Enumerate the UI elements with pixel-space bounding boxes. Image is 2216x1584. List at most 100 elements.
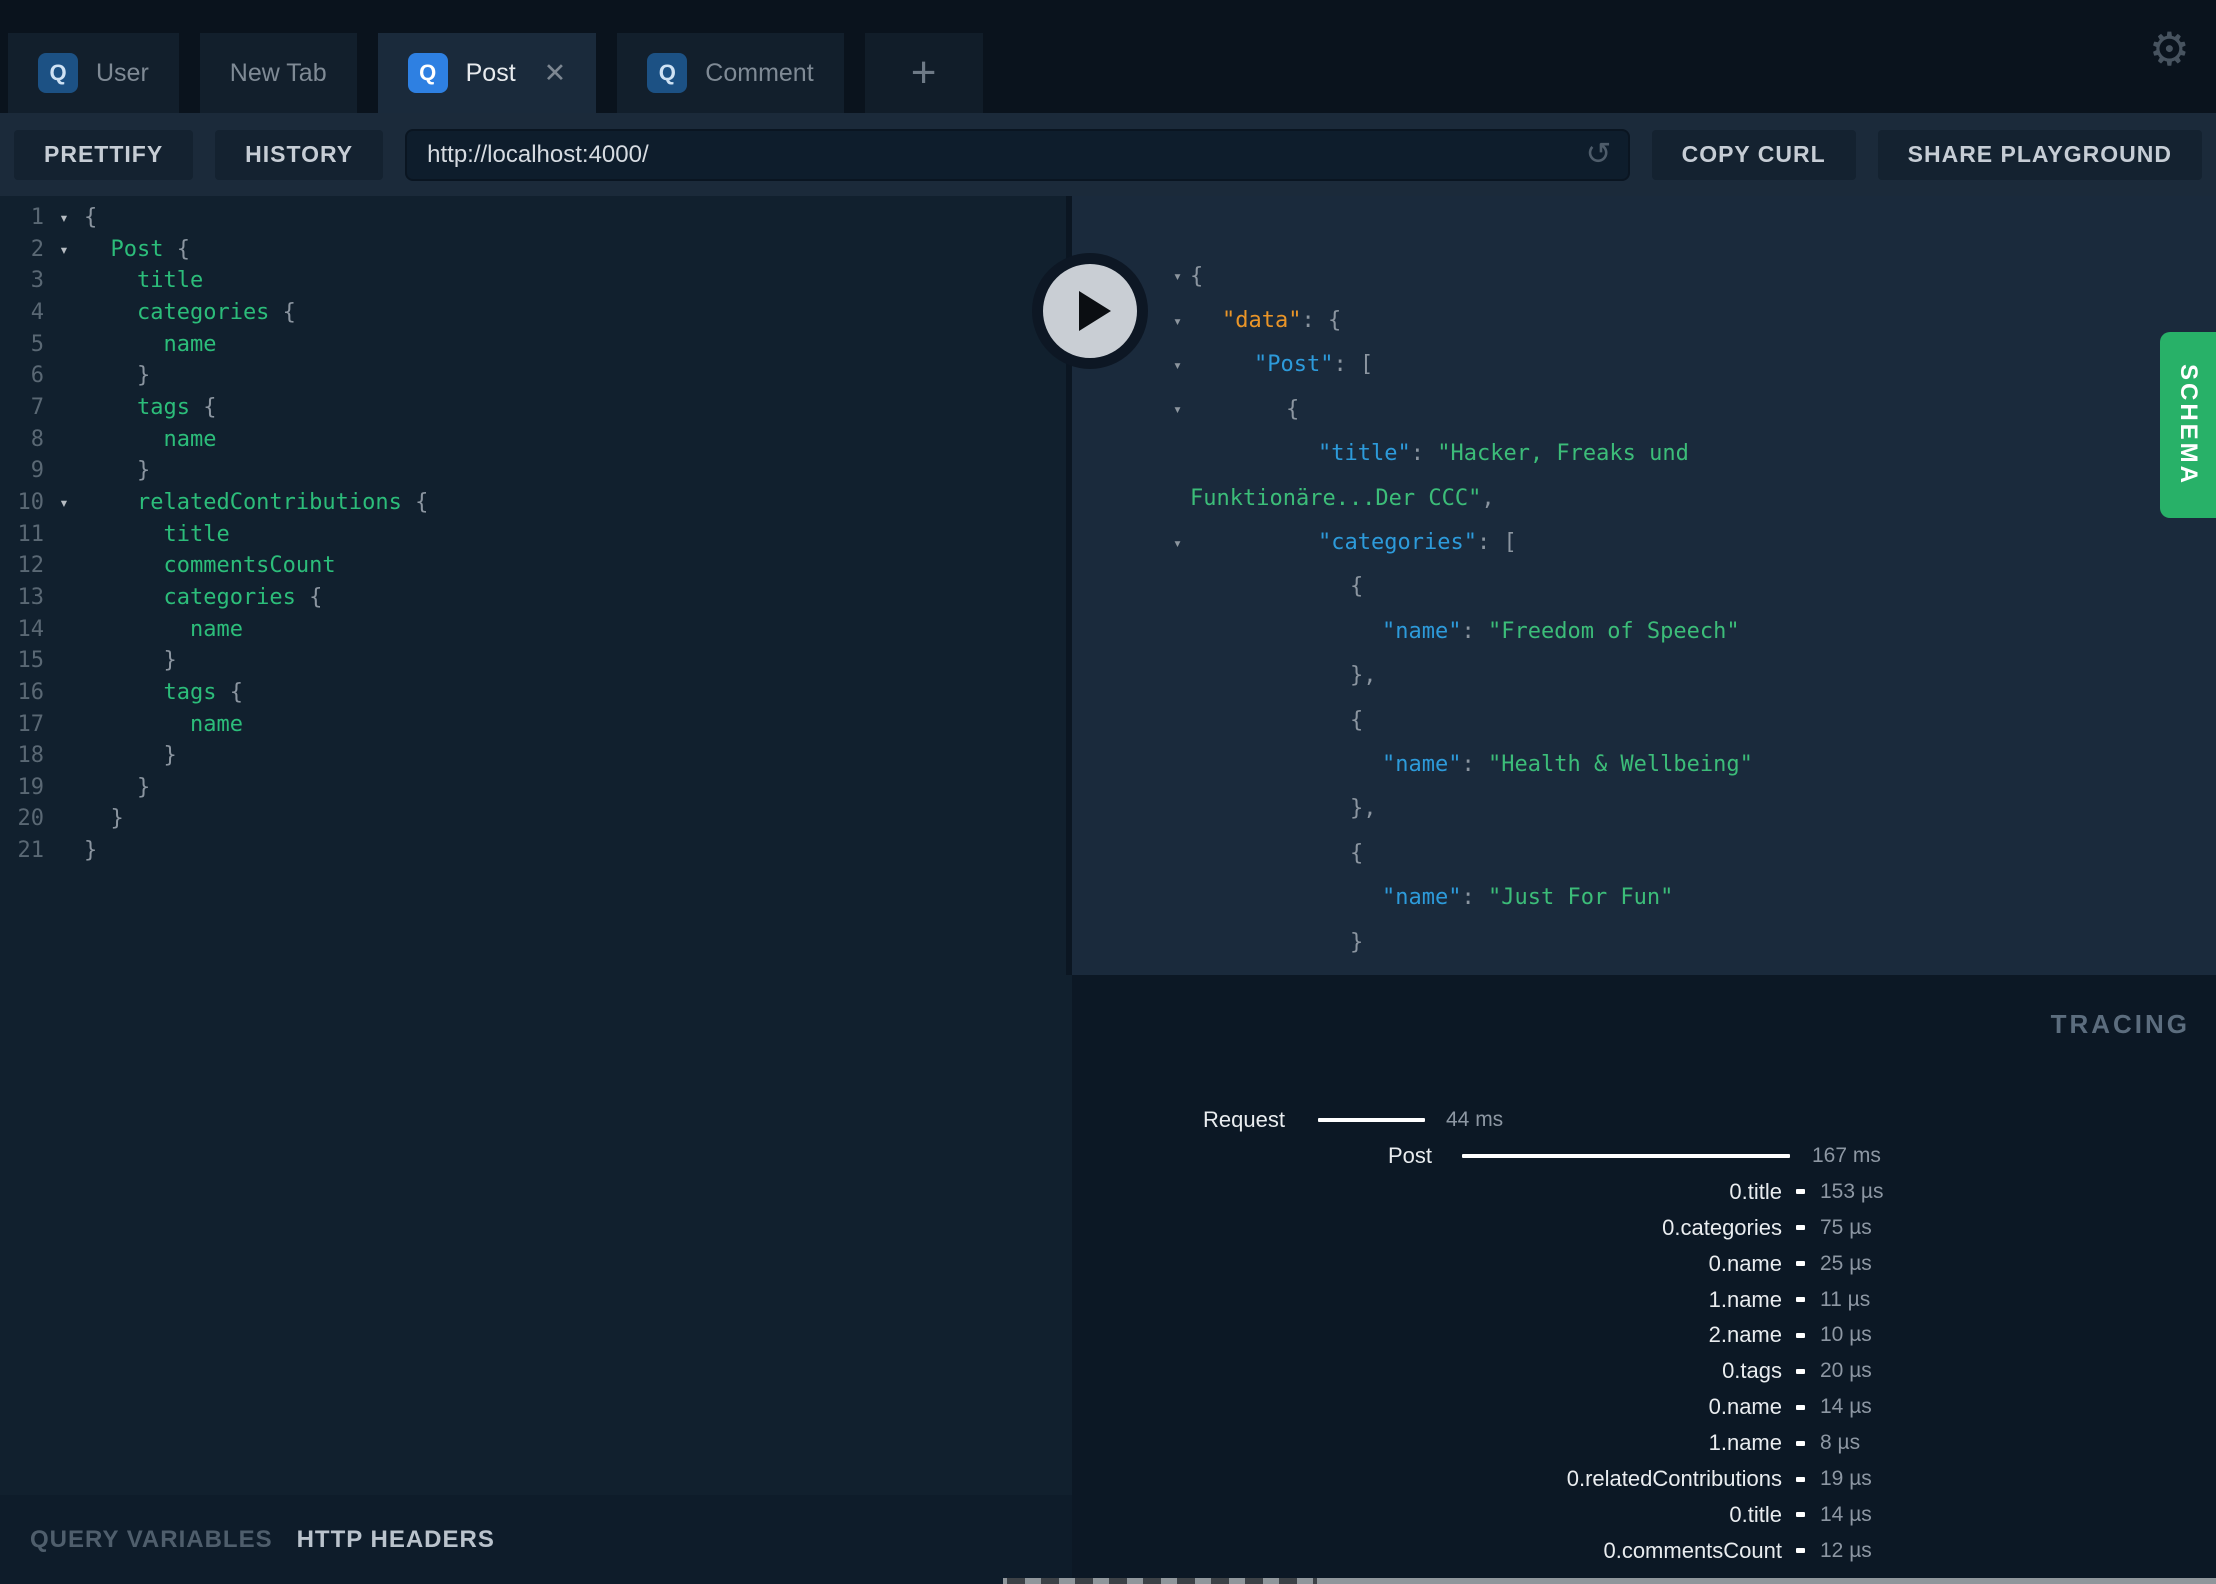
trace-span-label: 0.title (1729, 1178, 1782, 1204)
bottom-scrollbar[interactable] (1003, 1578, 2216, 1584)
line-number: 2 (30, 236, 44, 262)
response-text: "categories": [ (1318, 530, 1517, 556)
trace-span-bar (1796, 1404, 1805, 1410)
code-line: 10 ▾ relatedContributions { (0, 487, 1072, 519)
code-text: } (84, 743, 177, 769)
trace-span-bar (1462, 1153, 1790, 1158)
code-line: 18 } (0, 740, 1072, 772)
endpoint-url-input[interactable] (405, 128, 1630, 181)
response-row: ▾ "data": { (1072, 298, 2216, 342)
trace-span-label: 1.name (1708, 1286, 1782, 1312)
fold-gutter (44, 329, 84, 361)
code-line: 6 } (0, 360, 1072, 392)
trace-row: 0.name 14 µs (1072, 1389, 2216, 1425)
schema-sidebar-tab[interactable]: SCHEMA (2160, 332, 2216, 518)
response-row: ▾{ (1072, 254, 2216, 298)
line-number: 10 (17, 489, 45, 515)
code-text: Post { (84, 236, 190, 262)
history-button[interactable]: HISTORY (215, 129, 384, 180)
response-text: } (1350, 929, 1364, 955)
query-editor-lines: 1 ▾{2 ▾ Post {3 title 4 categories {5 name 6… (0, 202, 1072, 867)
fold-gutter (44, 424, 84, 456)
trace-span-label: 0.commentsCount (1603, 1537, 1782, 1563)
trace-span-duration: 25 µs (1820, 1251, 1872, 1275)
response-row: { (1072, 698, 2216, 742)
response-row: "name": "Health & Wellbeing" (1072, 742, 2216, 786)
fold-arrow-icon[interactable]: ▾ (44, 487, 84, 519)
code-text: } (84, 458, 151, 484)
trace-span-bar (1796, 1332, 1805, 1338)
trace-row: 0.commentsCount 12 µs (1072, 1533, 2216, 1569)
response-row: }, (1072, 787, 2216, 831)
line-number: 4 (30, 299, 44, 325)
response-text: "title": "Hacker, Freaks und (1318, 441, 1689, 467)
trace-span-duration: 14 µs (1820, 1395, 1872, 1419)
tab-label: Comment (705, 58, 814, 87)
code-text: } (84, 648, 177, 674)
line-number: 7 (30, 394, 44, 420)
tab-user[interactable]: Q User (8, 33, 179, 113)
reload-icon[interactable]: ↺ (1586, 136, 1612, 172)
trace-span-duration: 20 µs (1820, 1359, 1872, 1383)
trace-span-bar (1796, 1512, 1805, 1518)
query-editor[interactable]: 1 ▾{2 ▾ Post {3 title 4 categories {5 name 6… (0, 196, 1072, 1495)
tab-comment[interactable]: Q Comment (617, 33, 844, 113)
response-text: "name": "Just For Fun" (1382, 885, 1674, 911)
response-text: { (1350, 707, 1364, 733)
fold-gutter (44, 519, 84, 551)
tab-label: New Tab (229, 58, 327, 87)
tab-post[interactable]: Q Post ✕ (377, 33, 597, 113)
trace-span-duration: 75 µs (1820, 1215, 1872, 1239)
settings-gear-icon[interactable]: ⚙ (2149, 26, 2190, 72)
trace-span-bar (1796, 1261, 1805, 1267)
fold-gutter (44, 740, 84, 772)
code-line: 17 name (0, 709, 1072, 741)
trace-span-bar (1796, 1476, 1805, 1482)
response-row: Funktionäre...Der CCC", (1072, 476, 2216, 520)
trace-span-duration: 12 µs (1820, 1538, 1872, 1562)
trace-span-label: 0.tags (1722, 1358, 1782, 1384)
query-variables-tab[interactable]: QUERY VARIABLES (30, 1526, 273, 1554)
line-number: 5 (30, 331, 44, 357)
prettify-button[interactable]: PRETTIFY (14, 129, 194, 180)
new-tab-button[interactable]: + (864, 33, 983, 113)
tab-new-tab[interactable]: New Tab (199, 33, 357, 113)
trace-row: Request 44 ms (1072, 1102, 2216, 1138)
response-row: { (1072, 831, 2216, 875)
copy-curl-button[interactable]: COPY CURL (1651, 129, 1856, 180)
trace-span-duration: 44 ms (1446, 1108, 1504, 1131)
close-tab-icon[interactable]: ✕ (544, 59, 567, 87)
code-line: 7 tags { (0, 392, 1072, 424)
response-text: { (1190, 263, 1204, 289)
fold-arrow-icon[interactable]: ▾ (44, 202, 84, 234)
tracing-title[interactable]: TRACING (2051, 1009, 2190, 1040)
execute-query-button[interactable] (1032, 253, 1148, 369)
tabs-list: Q User New Tab Q Post ✕ Q Comment (8, 33, 844, 113)
plus-icon: + (910, 48, 937, 97)
code-line: 4 categories { (0, 297, 1072, 329)
query-badge-icon: Q (38, 53, 78, 93)
line-number: 16 (17, 679, 45, 705)
response-text: { (1350, 840, 1364, 866)
trace-span-bar (1318, 1118, 1425, 1122)
line-number: 3 (30, 268, 44, 294)
response-row: } (1072, 920, 2216, 964)
response-row: ▾ "categories": [ (1072, 520, 2216, 564)
trace-span-bar (1796, 1440, 1805, 1446)
code-text: } (84, 363, 151, 389)
http-headers-tab[interactable]: HTTP HEADERS (297, 1526, 495, 1554)
code-text: categories { (84, 299, 296, 325)
graphql-playground-window: Q User New Tab Q Post ✕ Q Comment + ⚙ PRETTIFY … (0, 0, 2216, 1584)
tabs-container: Q User New Tab Q Post ✕ Q Comment + (8, 33, 983, 113)
collapse-arrow-icon[interactable]: ▾ (1072, 534, 1190, 552)
share-playground-button[interactable]: SHARE PLAYGROUND (1877, 129, 2202, 180)
play-icon (1079, 291, 1111, 331)
collapse-arrow-icon[interactable]: ▾ (1072, 400, 1190, 418)
line-number: 18 (17, 743, 45, 769)
trace-span-label: 0.relatedContributions (1566, 1466, 1782, 1491)
fold-gutter (44, 550, 84, 582)
response-rows: ▾{▾ "data": {▾ "Post": [▾{"title": "Hacker… (1072, 254, 2216, 975)
code-line: 19 } (0, 772, 1072, 804)
code-line: 12 commentsCount (0, 550, 1072, 582)
fold-arrow-icon[interactable]: ▾ (44, 234, 84, 266)
